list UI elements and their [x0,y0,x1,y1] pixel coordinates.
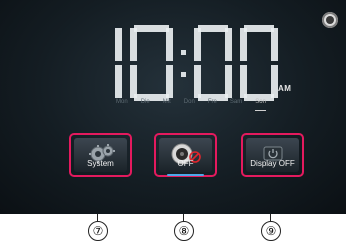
callout-line-8 [183,214,184,221]
system-button[interactable]: System [69,133,132,177]
system-button-label: System [87,159,114,168]
weekday-row: Mon Die Mit Don Fre Sam Son [116,99,266,111]
callout-line-7 [97,214,98,221]
callout-9: ⑨ [261,221,281,241]
weekday-sam: Sam [229,99,243,105]
weekday-mon: Mon [116,99,128,105]
system-button-face: System [74,138,127,172]
sound-off-button-face: OFF [159,138,212,176]
display-off-button-face: Display OFF [246,138,299,172]
sound-off-button-label: OFF [177,159,194,168]
clock-display [84,22,284,104]
sound-off-button[interactable]: OFF [154,133,217,177]
callout-8: ⑧ [174,221,194,241]
ampm-indicator: AM [278,84,292,93]
weekday-fre: Fre [207,99,217,105]
callout-7: ⑦ [88,221,108,241]
display-off-button-label: Display OFF [250,159,295,168]
weekday-die: Die [140,99,150,105]
settings-ring-icon[interactable] [322,12,338,28]
weekday-son: Son [255,99,266,111]
display-off-button[interactable]: Display OFF [241,133,304,177]
clock-digits [115,25,278,101]
screen: AM Mon Die Mit Don Fre Sam Son System OF… [0,0,346,214]
weekday-mit: Mit [162,99,171,105]
weekday-don: Don [183,99,195,105]
callout-line-9 [270,214,271,221]
